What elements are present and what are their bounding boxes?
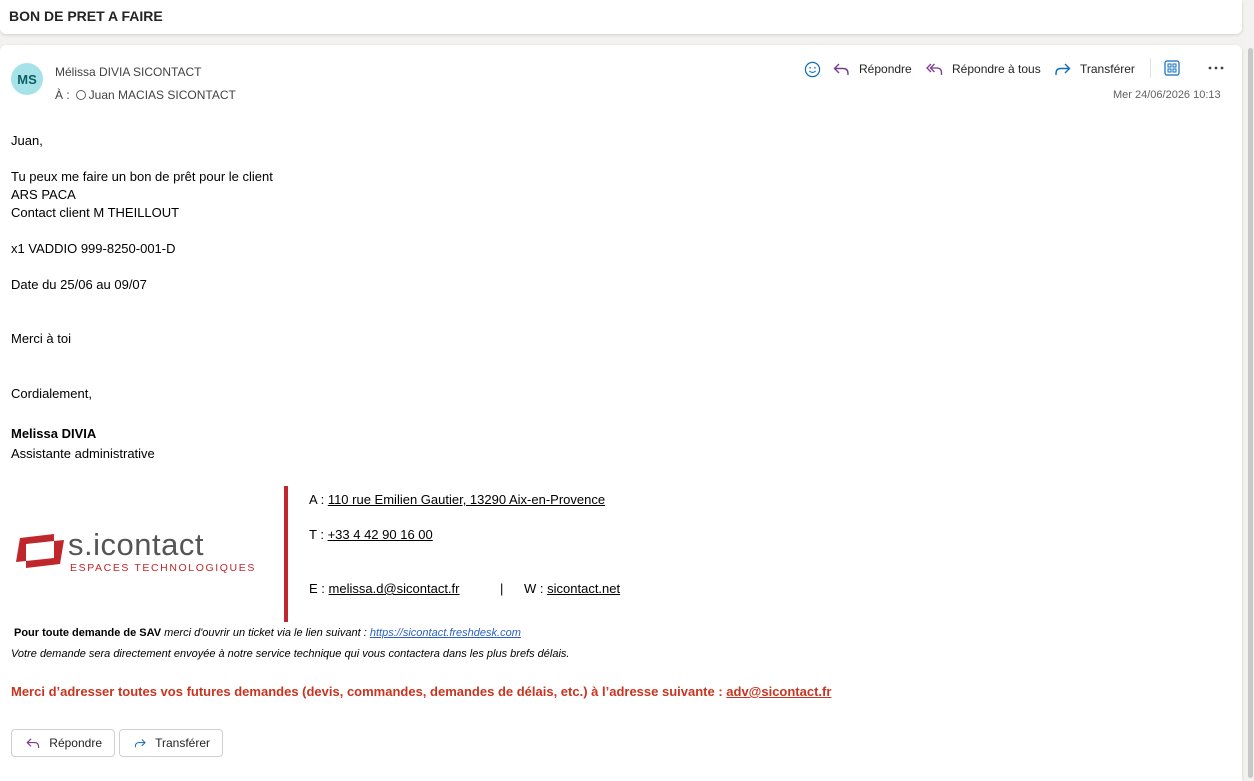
forward-label: Transférer <box>1080 62 1135 76</box>
avatar[interactable]: MS <box>11 63 43 95</box>
reply-all-label: Répondre à tous <box>952 62 1041 76</box>
address-label: A : <box>309 492 325 507</box>
body-line-3: Contact client M THEILLOUT <box>11 205 180 220</box>
sav-text: merci d'ouvrir un ticket via le lien sui… <box>161 627 370 639</box>
reply-label: Répondre <box>859 62 912 76</box>
body-date-range: Date du 25/06 au 09/07 <box>11 277 147 292</box>
signature-address: A : 110 rue Emilien Gautier, 13290 Aix-e… <box>309 492 605 507</box>
message-card <box>0 45 1242 781</box>
logo-tagline: ESPACES TECHNOLOGIQUES <box>70 562 256 574</box>
signature-separator: | <box>500 581 504 596</box>
greeting: Juan, <box>11 133 43 148</box>
apps-grid-icon <box>1164 60 1180 76</box>
reply-button[interactable]: Répondre <box>833 60 912 78</box>
body-line-2: ARS PACA <box>11 187 76 202</box>
freshdesk-link[interactable]: https://sicontact.freshdesk.com <box>370 627 521 639</box>
to-label: À : <box>55 88 70 102</box>
presence-icon <box>75 90 86 100</box>
footer-reply-button[interactable]: Répondre <box>11 729 115 757</box>
web-label: W : <box>524 581 544 596</box>
logo-wordmark: s.icontact <box>68 528 204 562</box>
address-link[interactable]: 110 rue Emilien Gautier, 13290 Aix-en-Pr… <box>328 492 605 507</box>
smiley-icon <box>804 61 820 77</box>
footer-forward-label: Transférer <box>155 736 210 750</box>
adv-notice-text: Merci d’adresser toutes vos futures dema… <box>11 684 727 699</box>
email-link[interactable]: melissa.d@sicontact.fr <box>329 581 460 596</box>
more-options-button[interactable] <box>1206 58 1226 78</box>
recipient-line: À : Juan MACIAS SICONTACT <box>55 88 236 102</box>
forward-icon <box>134 739 146 748</box>
adv-email-link[interactable]: adv@sicontact.fr <box>726 684 831 699</box>
sender-name[interactable]: Mélissa DIVIA SICONTACT <box>55 65 201 79</box>
body-closing: Cordialement, <box>11 386 92 401</box>
web-link[interactable]: sicontact.net <box>547 581 620 596</box>
message-date: Mer 24/06/2026 10:13 <box>1113 89 1221 101</box>
signature-name: Melissa DIVIA <box>11 426 97 441</box>
email-label: E : <box>309 581 325 596</box>
footer-reply-label: Répondre <box>49 736 102 750</box>
subject-bar: BON DE PRET A FAIRE <box>0 0 1242 34</box>
forward-icon <box>1055 63 1071 75</box>
sav-bold: Pour toute demande de SAV <box>14 627 162 639</box>
more-icon <box>1208 66 1224 70</box>
reply-all-icon <box>926 63 943 75</box>
emoji-reaction-button[interactable] <box>802 59 822 79</box>
phone-link[interactable]: +33 4 42 90 16 00 <box>328 527 433 542</box>
sav-line: Pour toute demande de SAV merci d'ouvrir… <box>14 627 521 639</box>
apps-button[interactable] <box>1162 58 1182 78</box>
body-line-1: Tu peux me faire un bon de prêt pour le … <box>11 169 273 184</box>
signature-title: Assistante administrative <box>11 446 155 461</box>
sicontact-logo: s.icontact ESPACES TECHNOLOGIQUES <box>16 528 256 574</box>
recipient-name[interactable]: Juan MACIAS SICONTACT <box>89 88 236 102</box>
signature-email: E : melissa.d@sicontact.fr <box>309 581 460 596</box>
scrollbar-thumb[interactable] <box>1248 48 1253 778</box>
forward-button[interactable]: Transférer <box>1054 60 1135 78</box>
footer-forward-button[interactable]: Transférer <box>119 729 223 757</box>
reply-all-button[interactable]: Répondre à tous <box>926 60 1041 78</box>
reply-icon <box>833 63 849 75</box>
signature-divider <box>284 486 288 622</box>
phone-label: T : <box>309 527 324 542</box>
email-subject: BON DE PRET A FAIRE <box>9 8 163 24</box>
reply-icon <box>26 738 40 749</box>
body-item: x1 VADDIO 999-8250-001-D <box>11 241 176 256</box>
toolbar-divider <box>1150 58 1151 78</box>
adv-notice: Merci d’adresser toutes vos futures dema… <box>11 684 831 699</box>
sav-line-2: Votre demande sera directement envoyée à… <box>11 648 570 660</box>
signature-web: W : sicontact.net <box>524 581 620 596</box>
body-thanks: Merci à toi <box>11 331 71 346</box>
signature-phone: T : +33 4 42 90 16 00 <box>309 527 433 542</box>
